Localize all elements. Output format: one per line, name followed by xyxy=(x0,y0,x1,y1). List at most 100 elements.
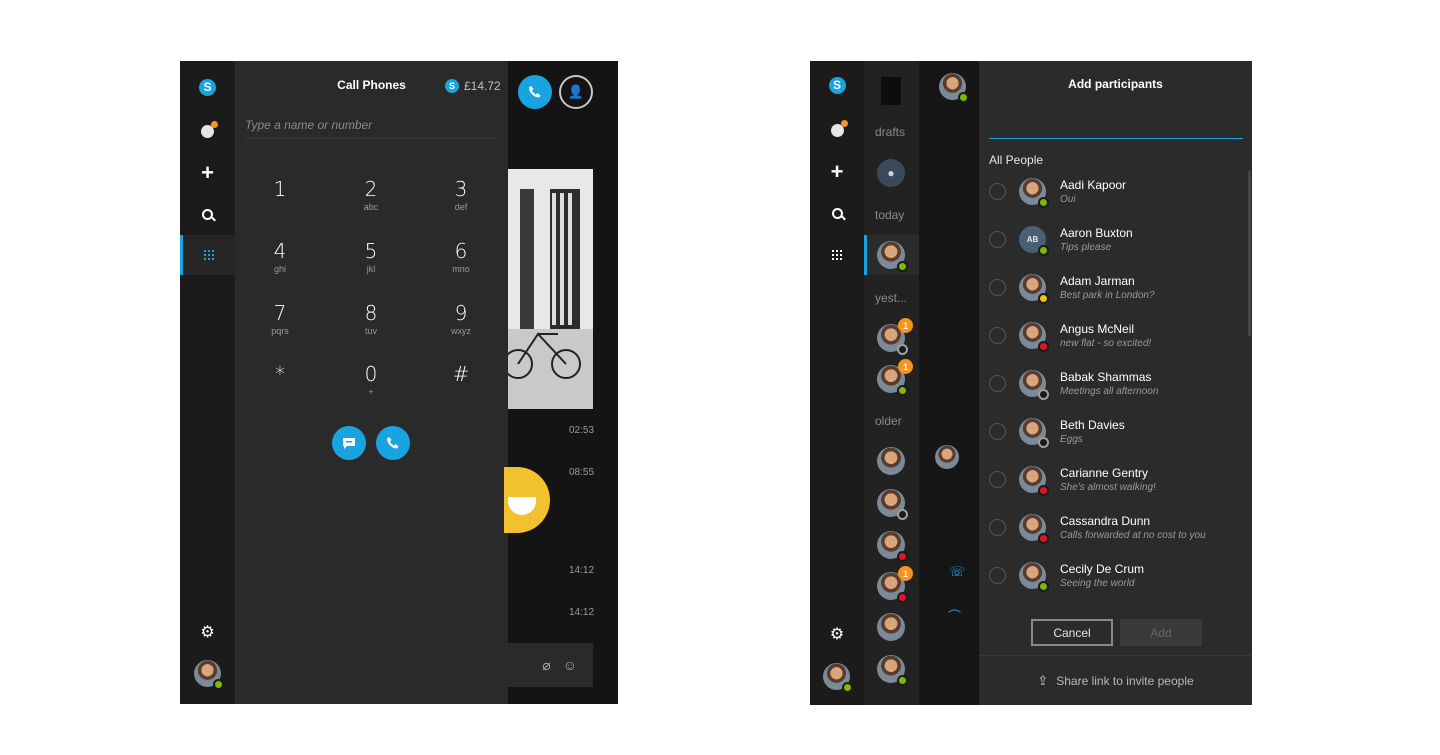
recent-avatar[interactable] xyxy=(877,655,908,686)
person-row[interactable]: Adam Jarman Best park in London? xyxy=(989,267,1244,315)
key-5[interactable]: 5 jkl xyxy=(341,238,401,290)
header-call-button[interactable] xyxy=(518,75,552,109)
new-button[interactable]: + xyxy=(810,152,864,192)
dialpad-button[interactable] xyxy=(180,235,235,275)
key-1[interactable]: 1 xyxy=(250,176,310,228)
compose-bar: ⌀ ☺ xyxy=(508,643,593,687)
key-9[interactable]: 9 wxyz xyxy=(431,300,491,352)
skype-credit[interactable]: S £14.72 xyxy=(445,79,501,93)
cancel-button[interactable]: Cancel xyxy=(1031,619,1113,646)
person-avatar xyxy=(1019,514,1049,544)
person-row[interactable]: Carianne Gentry She's almost walking! xyxy=(989,459,1244,507)
recent-avatar[interactable] xyxy=(877,447,905,475)
key-0[interactable]: 0 + xyxy=(341,361,401,413)
key-2[interactable]: 2 abc xyxy=(341,176,401,228)
select-radio[interactable] xyxy=(989,423,1006,440)
draft-thumbnail[interactable] xyxy=(881,77,901,105)
recents-button[interactable] xyxy=(180,111,235,151)
select-radio[interactable] xyxy=(989,327,1006,344)
shared-photo[interactable] xyxy=(508,169,593,409)
participant-search-input[interactable] xyxy=(989,113,1243,139)
smiley-icon[interactable]: ☺ xyxy=(563,657,577,673)
person-avatar xyxy=(1019,418,1049,448)
recent-avatar[interactable] xyxy=(877,489,908,520)
number-input[interactable] xyxy=(245,111,498,139)
select-radio[interactable] xyxy=(989,471,1006,488)
person-name: Beth Davies xyxy=(1060,418,1125,432)
select-radio[interactable] xyxy=(989,375,1006,392)
key-8[interactable]: 8 tuv xyxy=(341,300,401,352)
person-name: Babak Shammas xyxy=(1060,370,1152,384)
person-status: Oui xyxy=(1060,194,1076,205)
search-button[interactable] xyxy=(810,193,864,233)
add-button[interactable]: Add xyxy=(1120,619,1202,646)
settings-button[interactable]: ⚙ xyxy=(810,614,864,654)
chat-column: ☏ ⌒ xyxy=(919,61,979,705)
recents-group-label: drafts xyxy=(875,125,906,139)
dialpad-button[interactable] xyxy=(810,235,864,275)
attach-icon[interactable]: ⌀ xyxy=(542,657,550,674)
select-radio[interactable] xyxy=(989,279,1006,296)
timestamp: 08:55 xyxy=(569,467,595,478)
my-avatar[interactable] xyxy=(823,663,853,693)
key-3[interactable]: 3 def xyxy=(431,176,491,228)
skype-logo-icon: S xyxy=(199,78,216,96)
person-row[interactable]: Beth Davies Eggs xyxy=(989,411,1244,459)
key-7[interactable]: 7 pqrs xyxy=(250,300,310,352)
person-row[interactable]: Angus McNeil new flat - so excited! xyxy=(989,315,1244,363)
key-4[interactable]: 4 ghi xyxy=(250,238,310,290)
select-radio[interactable] xyxy=(989,519,1006,536)
person-status: She's almost walking! xyxy=(1060,482,1156,493)
key-star[interactable]: * xyxy=(250,361,310,413)
person-row[interactable]: Cecily De Crum Seeing the world xyxy=(989,555,1244,603)
recent-avatar[interactable]: 1 xyxy=(877,566,913,603)
new-button[interactable]: + xyxy=(180,153,235,193)
presence-online-icon xyxy=(842,682,853,693)
recent-avatar xyxy=(877,241,908,272)
skype-dialer-window: S + ⚙ Call Phones S £14.72 1 2abc 3def 4… xyxy=(180,61,618,704)
presence-busy-icon xyxy=(1038,533,1049,544)
presence-online-icon xyxy=(213,679,224,690)
share-link-button[interactable]: ⇪ Share link to invite people xyxy=(979,655,1252,705)
scrollbar[interactable] xyxy=(1248,171,1251,336)
key-hash[interactable]: # xyxy=(431,361,491,413)
recents-button[interactable] xyxy=(810,110,864,150)
person-row[interactable]: AB Aaron Buxton Tips please xyxy=(989,219,1244,267)
recent-avatar[interactable] xyxy=(877,613,905,641)
skype-logo-button[interactable]: S xyxy=(180,67,235,107)
call-button[interactable] xyxy=(376,426,410,460)
person-icon[interactable]: ● xyxy=(877,159,905,187)
presence-online-icon xyxy=(897,261,908,272)
key-6[interactable]: 6 mno xyxy=(431,238,491,290)
presence-online-icon xyxy=(897,675,908,686)
presence-offline-icon xyxy=(1038,437,1049,448)
person-avatar xyxy=(1019,562,1049,592)
recents-group-label: today xyxy=(875,208,905,222)
recent-avatar[interactable] xyxy=(877,531,908,562)
plus-icon: + xyxy=(830,159,844,184)
skype-logo-button[interactable]: S xyxy=(810,65,864,105)
presence-away-icon xyxy=(1038,293,1049,304)
person-name: Cecily De Crum xyxy=(1060,562,1145,576)
my-avatar[interactable] xyxy=(194,660,224,690)
dialpad-icon xyxy=(832,250,842,260)
presence-busy-icon xyxy=(1038,485,1049,496)
select-radio[interactable] xyxy=(989,231,1006,248)
recent-avatar[interactable]: 1 xyxy=(877,359,913,396)
person-row[interactable]: Babak Shammas Meetings all afternoon xyxy=(989,363,1244,411)
avatar-initials: AB xyxy=(1026,235,1039,244)
select-radio[interactable] xyxy=(989,183,1006,200)
presence-online-icon xyxy=(1038,245,1049,256)
unread-badge: 1 xyxy=(898,359,913,374)
search-button[interactable] xyxy=(180,194,235,234)
add-person-button[interactable]: 👤 xyxy=(559,75,593,109)
sms-button[interactable] xyxy=(332,426,366,460)
select-radio[interactable] xyxy=(989,567,1006,584)
skype-logo-icon: S xyxy=(828,76,846,94)
person-row[interactable]: Cassandra Dunn Calls forwarded at no cos… xyxy=(989,507,1244,555)
settings-button[interactable]: ⚙ xyxy=(180,612,235,652)
recents-group-label: older xyxy=(875,414,902,428)
recent-avatar[interactable]: 1 xyxy=(877,318,913,355)
person-row[interactable]: Aadi Kapoor Oui xyxy=(989,171,1244,219)
person-name: Angus McNeil xyxy=(1060,322,1135,336)
